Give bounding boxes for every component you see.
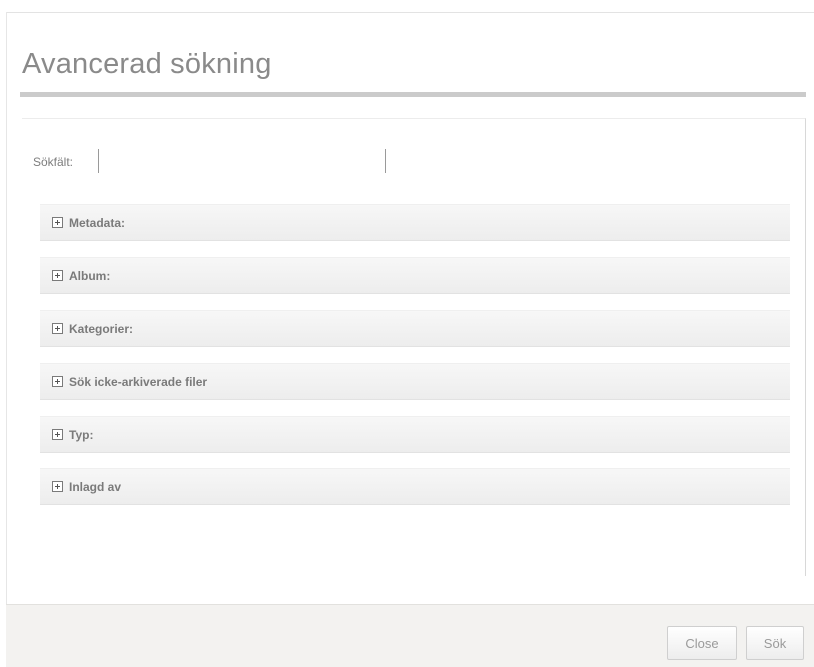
advanced-search-dialog: Avancerad sökning Sökfält: Metadata: Alb… xyxy=(0,0,814,667)
section-label: Metadata: xyxy=(69,215,126,230)
title-divider xyxy=(20,92,806,97)
dialog-title: Avancerad sökning xyxy=(22,48,272,80)
section-added-by[interactable]: Inlagd av xyxy=(40,468,790,505)
search-input[interactable] xyxy=(98,149,386,173)
search-field-label: Sökfält: xyxy=(33,155,74,169)
section-label: Inlagd av xyxy=(69,479,122,494)
section-categories[interactable]: Kategorier: xyxy=(40,310,790,347)
section-label: Sök icke-arkiverade filer xyxy=(69,374,208,389)
section-non-archived-files[interactable]: Sök icke-arkiverade filer xyxy=(40,363,790,400)
expand-plus-icon[interactable] xyxy=(52,429,63,440)
section-metadata[interactable]: Metadata: xyxy=(40,204,790,241)
section-label: Typ: xyxy=(69,427,94,442)
expand-plus-icon[interactable] xyxy=(52,481,63,492)
dialog-border-top xyxy=(6,12,814,13)
dialog-border-left xyxy=(6,12,7,666)
section-type[interactable]: Typ: xyxy=(40,416,790,453)
close-button[interactable]: Close xyxy=(667,626,737,660)
search-form-panel xyxy=(22,118,806,576)
expand-plus-icon[interactable] xyxy=(52,270,63,281)
expand-plus-icon[interactable] xyxy=(52,323,63,334)
expand-plus-icon[interactable] xyxy=(52,217,63,228)
expand-plus-icon[interactable] xyxy=(52,376,63,387)
section-label: Album: xyxy=(69,268,111,283)
section-label: Kategorier: xyxy=(69,321,134,336)
search-button[interactable]: Sök xyxy=(746,626,804,660)
section-album[interactable]: Album: xyxy=(40,257,790,294)
